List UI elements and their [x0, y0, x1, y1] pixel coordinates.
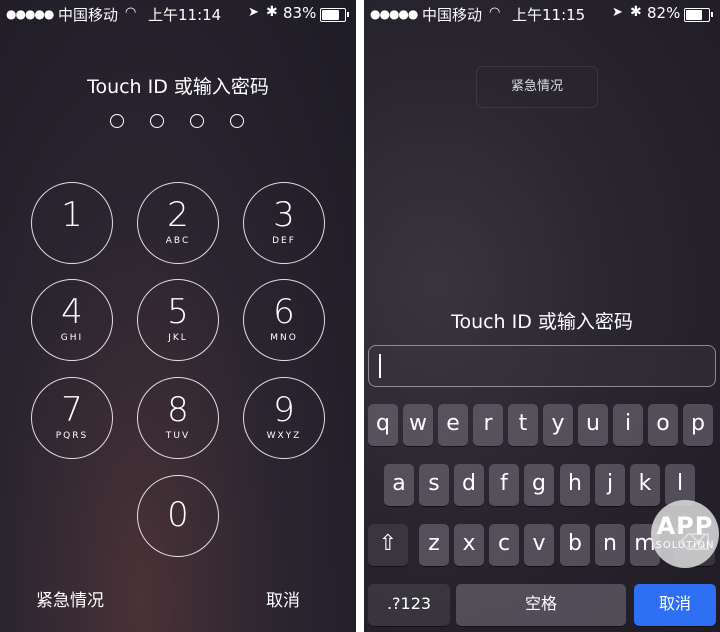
keypad-key-3[interactable]: 3 DEF: [243, 182, 325, 264]
status-bar: ●●●●● 中国移动 ◠ 上午11:14 ➤ ✱ 83%: [0, 0, 356, 28]
battery-icon: [320, 8, 349, 22]
key-letters: PQRS: [55, 431, 89, 441]
key-z[interactable]: z: [419, 524, 449, 566]
battery-percentage: 83%: [283, 4, 317, 22]
key-digit: 8: [167, 390, 189, 430]
location-icon: ➤: [612, 5, 623, 20]
key-letters: MNO: [270, 333, 298, 343]
wifi-icon: ◠: [489, 5, 501, 20]
emergency-button[interactable]: 紧急情况: [36, 586, 104, 611]
passcode-dot: [150, 114, 164, 128]
key-p[interactable]: p: [683, 404, 713, 446]
keypad-key-1[interactable]: 1: [31, 182, 113, 264]
passcode-title: Touch ID 或输入密码: [87, 76, 269, 98]
key-t[interactable]: t: [508, 404, 538, 446]
watermark-line1: APP: [656, 512, 714, 540]
cancel-key[interactable]: 取消: [634, 584, 716, 626]
status-time: 上午11:14: [148, 6, 222, 24]
key-u[interactable]: u: [578, 404, 608, 446]
key-digit: 9: [273, 390, 295, 430]
keypad-key-0[interactable]: 0: [137, 475, 219, 557]
key-k[interactable]: k: [630, 464, 660, 506]
key-letters: ABC: [165, 236, 191, 246]
key-letters: JKL: [168, 333, 188, 343]
key-digit: 4: [61, 292, 83, 332]
passcode-input[interactable]: [368, 345, 716, 387]
watermark-line2: SOLUTION: [655, 540, 715, 551]
key-digit: 7: [61, 390, 83, 430]
status-time: 上午11:15: [512, 6, 586, 24]
numbers-key[interactable]: .?123: [368, 584, 450, 626]
key-d[interactable]: d: [454, 464, 484, 506]
key-f[interactable]: f: [489, 464, 519, 506]
battery-icon: [684, 8, 713, 22]
key-letters: WXYZ: [266, 431, 302, 441]
key-q[interactable]: q: [368, 404, 398, 446]
bluetooth-icon: ✱: [266, 4, 278, 20]
keypad-key-8[interactable]: 8 TUV: [137, 377, 219, 459]
key-digit: 6: [273, 292, 295, 332]
keypad-key-2[interactable]: 2 ABC: [137, 182, 219, 264]
key-n[interactable]: n: [595, 524, 625, 566]
text-caret: [379, 354, 381, 378]
carrier-name: 中国移动: [422, 6, 483, 24]
key-g[interactable]: g: [524, 464, 554, 506]
keypad-key-5[interactable]: 5 JKL: [137, 279, 219, 361]
passcode-dot: [110, 114, 124, 128]
emergency-button[interactable]: 紧急情况: [476, 66, 598, 108]
key-letters: DEF: [272, 236, 296, 246]
keypad-key-7[interactable]: 7 PQRS: [31, 377, 113, 459]
key-digit: 3: [273, 195, 295, 235]
passcode-dot: [190, 114, 204, 128]
key-digit: 1: [61, 195, 83, 235]
key-h[interactable]: h: [560, 464, 590, 506]
key-a[interactable]: a: [384, 464, 414, 506]
cancel-button[interactable]: 取消: [266, 586, 300, 611]
space-key[interactable]: 空格: [456, 584, 626, 626]
key-o[interactable]: o: [648, 404, 678, 446]
bluetooth-icon: ✱: [630, 4, 642, 20]
signal-strength-icon: ●●●●●: [370, 7, 418, 21]
battery-percentage: 82%: [647, 4, 681, 22]
key-v[interactable]: v: [524, 524, 554, 566]
key-e[interactable]: e: [438, 404, 468, 446]
passcode-keypad-screen: ●●●●● 中国移动 ◠ 上午11:14 ➤ ✱ 83% Touch ID 或输…: [0, 0, 356, 632]
key-r[interactable]: r: [473, 404, 503, 446]
key-c[interactable]: c: [489, 524, 519, 566]
key-letters: GHI: [60, 333, 84, 343]
app-solution-watermark: APP SOLUTION: [651, 500, 719, 568]
key-w[interactable]: w: [403, 404, 433, 446]
location-icon: ➤: [248, 5, 259, 20]
key-digit: 5: [167, 292, 189, 332]
key-y[interactable]: y: [543, 404, 573, 446]
key-digit: 0: [167, 495, 189, 535]
shift-key[interactable]: ⇧: [368, 524, 408, 566]
key-digit: 2: [167, 195, 189, 235]
keypad-key-4[interactable]: 4 GHI: [31, 279, 113, 361]
key-j[interactable]: j: [595, 464, 625, 506]
key-letters: TUV: [165, 431, 191, 441]
passcode-dot: [230, 114, 244, 128]
keypad-key-6[interactable]: 6 MNO: [243, 279, 325, 361]
key-i[interactable]: i: [613, 404, 643, 446]
status-bar: ●●●●● 中国移动 ◠ 上午11:15 ➤ ✱ 82%: [364, 0, 720, 28]
key-b[interactable]: b: [560, 524, 590, 566]
carrier-name: 中国移动: [58, 6, 119, 24]
shift-icon: ⇧: [378, 531, 398, 556]
key-s[interactable]: s: [419, 464, 449, 506]
passcode-title: Touch ID 或输入密码: [451, 311, 633, 333]
passcode-dots: [110, 114, 246, 128]
wifi-icon: ◠: [125, 5, 137, 20]
signal-strength-icon: ●●●●●: [6, 7, 54, 21]
keypad-key-9[interactable]: 9 WXYZ: [243, 377, 325, 459]
key-x[interactable]: x: [454, 524, 484, 566]
